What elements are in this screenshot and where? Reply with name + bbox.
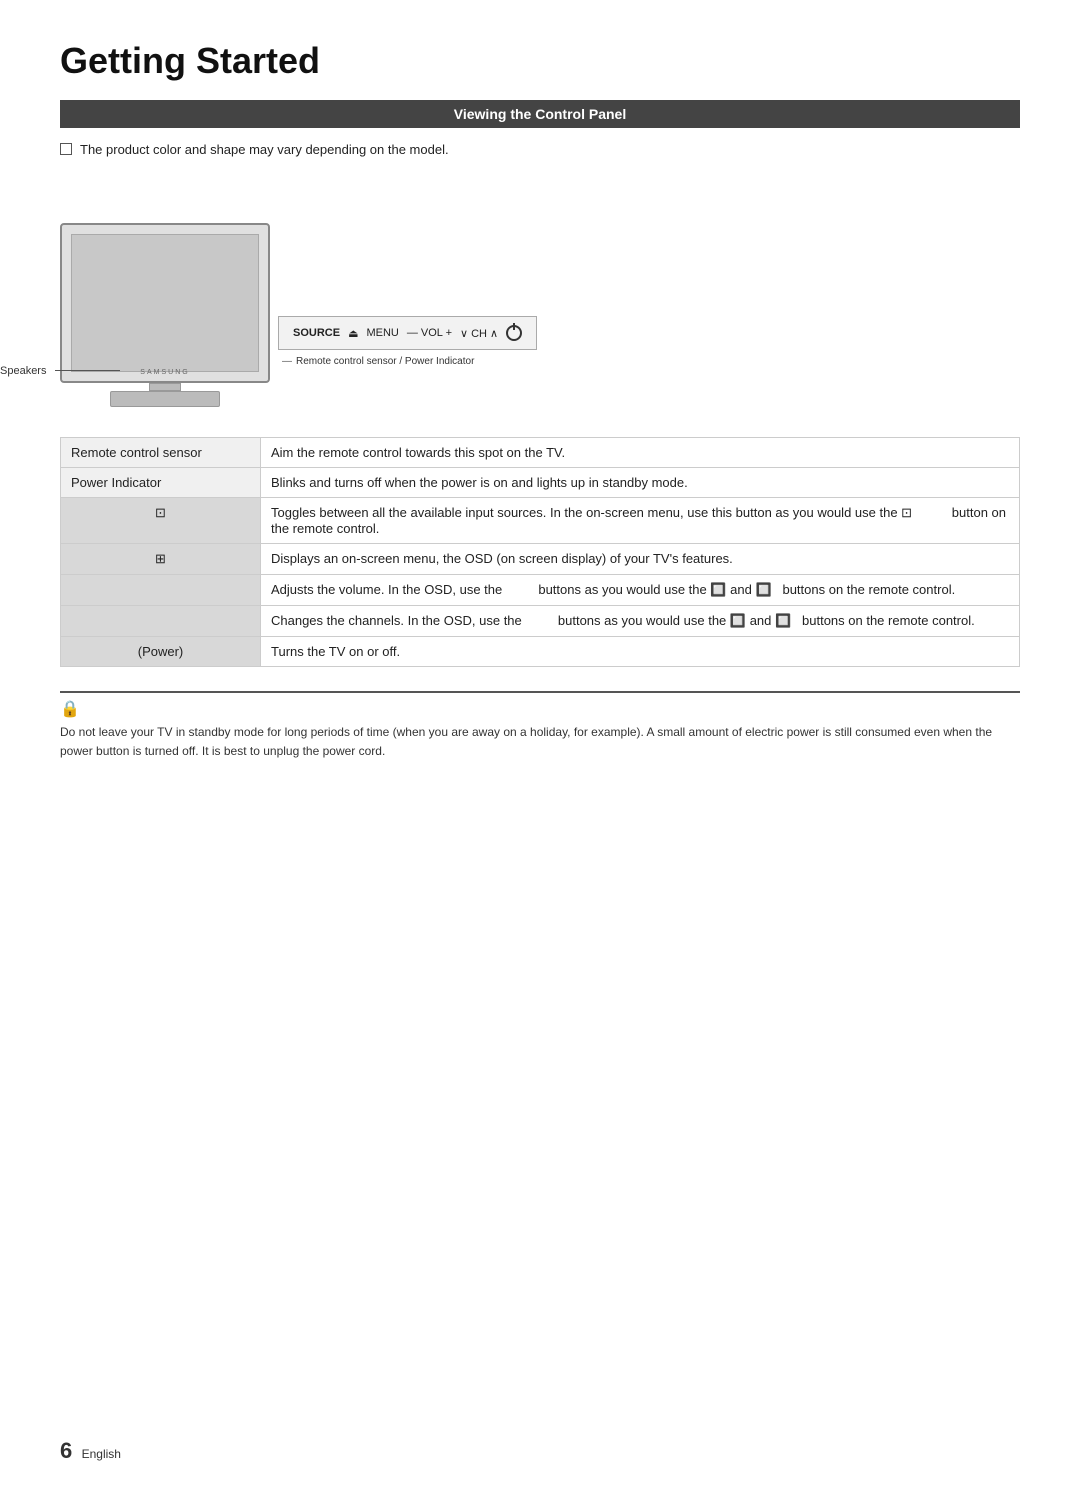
footer: 6 English [60, 1438, 121, 1464]
power-button-icon [506, 325, 522, 341]
ch-label: ∨ CH ∧ [460, 327, 498, 340]
table-desc-cell: Toggles between all the available input … [261, 498, 1020, 544]
page-number: 6 [60, 1438, 72, 1464]
section-header: Viewing the Control Panel [60, 100, 1020, 128]
table-row: Remote control sensor Aim the remote con… [61, 438, 1020, 468]
speakers-line [55, 370, 120, 371]
table-row: (Power) Turns the TV on or off. [61, 637, 1020, 667]
table-desc-cell: Changes the channels. In the OSD, use th… [261, 606, 1020, 637]
table-row: Adjusts the volume. In the OSD, use the … [61, 575, 1020, 606]
controls-box: SOURCE ⏏ MENU — VOL + ∨ CH ∧ [278, 316, 537, 350]
table-icon-cell: ⊞ [61, 544, 261, 575]
table-desc-cell: Adjusts the volume. In the OSD, use the … [261, 575, 1020, 606]
tv-stand-foot [110, 391, 220, 407]
table-row: ⊞ Displays an on-screen menu, the OSD (o… [61, 544, 1020, 575]
table-label-cell: Power Indicator [61, 468, 261, 498]
table-desc-cell: Displays an on-screen menu, the OSD (on … [261, 544, 1020, 575]
sensor-annotation: Remote control sensor / Power Indicator [282, 356, 537, 367]
table-row: ⊡ Toggles between all the available inpu… [61, 498, 1020, 544]
source-label: SOURCE [293, 327, 340, 339]
tv-screen [71, 234, 259, 372]
features-table: Remote control sensor Aim the remote con… [60, 437, 1020, 667]
table-icon-cell: ⊡ [61, 498, 261, 544]
controls-side: SOURCE ⏏ MENU — VOL + ∨ CH ∧ Remote cont… [278, 316, 537, 367]
menu-label: MENU [366, 327, 398, 339]
note-line-text: The product color and shape may vary dep… [80, 142, 449, 157]
note-icon: 🔒 [60, 699, 1020, 719]
tv-brand-label: SAMSUNG [140, 369, 189, 376]
page-title: Getting Started [60, 40, 1020, 82]
note-text: Do not leave your TV in standby mode for… [60, 723, 1020, 761]
language-label: English [82, 1447, 121, 1461]
tv-body: SAMSUNG [60, 223, 270, 383]
table-desc-cell: Blinks and turns off when the power is o… [261, 468, 1020, 498]
diagram-area: SAMSUNG Speakers SOURCE ⏏ MENU — VOL + ∨… [60, 177, 1020, 407]
note-section: 🔒 Do not leave your TV in standby mode f… [60, 691, 1020, 761]
checkbox-icon [60, 143, 72, 155]
table-row: Power Indicator Blinks and turns off whe… [61, 468, 1020, 498]
tv-illustration: SAMSUNG Speakers [60, 223, 270, 407]
table-row: Changes the channels. In the OSD, use th… [61, 606, 1020, 637]
table-desc-cell: Turns the TV on or off. [261, 637, 1020, 667]
table-icon-cell: (Power) [61, 637, 261, 667]
note-line: The product color and shape may vary dep… [60, 142, 1020, 157]
source-icon: ⏏ [348, 327, 358, 340]
tv-stand-neck [149, 383, 181, 391]
table-icon-cell [61, 575, 261, 606]
table-icon-cell [61, 606, 261, 637]
vol-label: — VOL + [407, 327, 452, 339]
table-label-cell: Remote control sensor [61, 438, 261, 468]
table-desc-cell: Aim the remote control towards this spot… [261, 438, 1020, 468]
speakers-label: Speakers [0, 365, 46, 377]
